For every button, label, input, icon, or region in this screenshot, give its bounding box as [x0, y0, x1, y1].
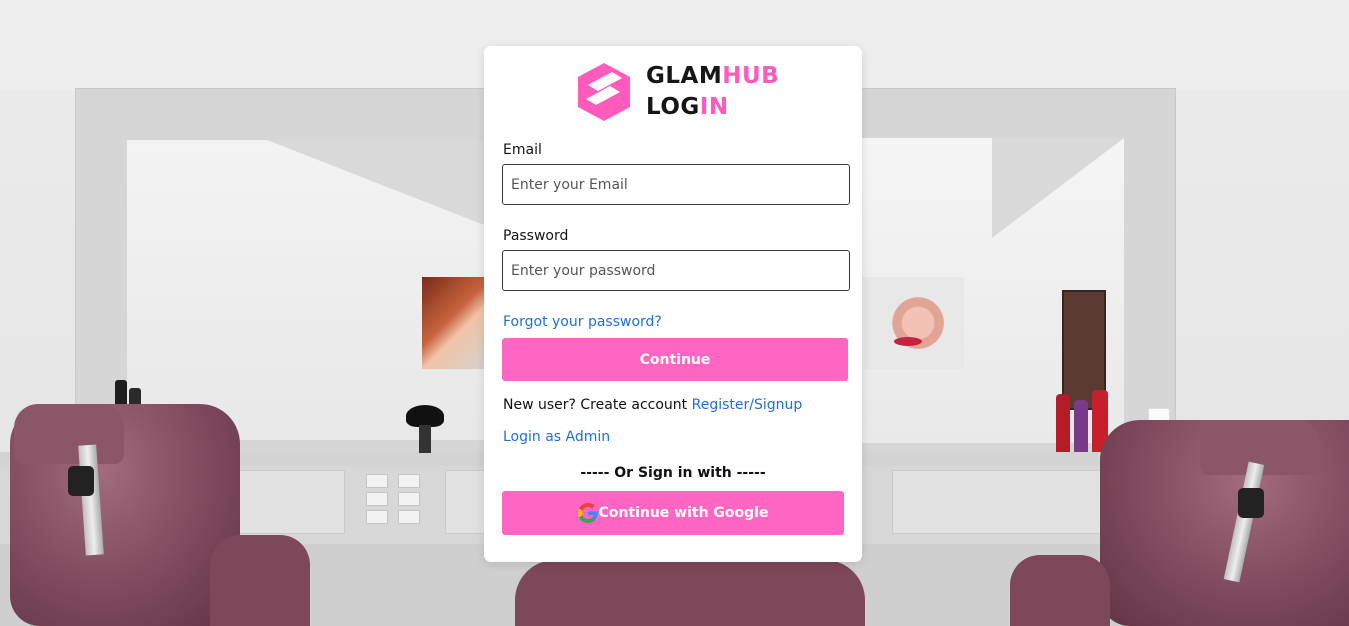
hair-dryer	[406, 405, 444, 453]
brand-name-part1: GLAM	[646, 63, 723, 89]
continue-with-google-button[interactable]: Continue with Google	[502, 491, 844, 535]
login-title-part2: IN	[699, 94, 729, 120]
forgot-password-link[interactable]: Forgot your password?	[503, 314, 662, 330]
continue-button[interactable]: Continue	[502, 338, 848, 381]
brand-header: GLAMHUB LOGIN	[578, 62, 779, 122]
email-field[interactable]	[502, 164, 850, 205]
salon-chair-center	[515, 560, 865, 626]
password-label: Password	[503, 228, 569, 244]
login-title-part1: LOG	[646, 94, 700, 120]
salon-chair-left-seat	[210, 535, 310, 626]
chair-clip-left	[68, 466, 94, 496]
password-field[interactable]	[502, 250, 850, 291]
google-icon	[577, 503, 598, 523]
salon-chair-right-seat	[1010, 555, 1110, 626]
login-card: GLAMHUB LOGIN Email Password Forgot your…	[484, 46, 862, 562]
salon-chair-left-headrest	[14, 404, 124, 464]
or-sign-in-divider: ----- Or Sign in with -----	[580, 465, 766, 481]
email-label: Email	[503, 142, 542, 158]
login-as-admin-link[interactable]: Login as Admin	[503, 429, 610, 445]
glamhub-hexagon-logo-icon	[578, 63, 630, 121]
poster-right	[862, 277, 964, 369]
brand-title: GLAMHUB LOGIN	[646, 61, 779, 123]
register-signup-link[interactable]: Register/Signup	[692, 397, 803, 413]
new-user-row: New user? Create account Register/Signup	[503, 397, 802, 413]
google-button-label: Continue with Google	[598, 505, 769, 521]
poster-left	[422, 277, 484, 369]
chair-clip-right	[1238, 488, 1264, 518]
new-user-text: New user? Create account	[503, 397, 688, 413]
brand-name-part2: HUB	[722, 63, 780, 89]
